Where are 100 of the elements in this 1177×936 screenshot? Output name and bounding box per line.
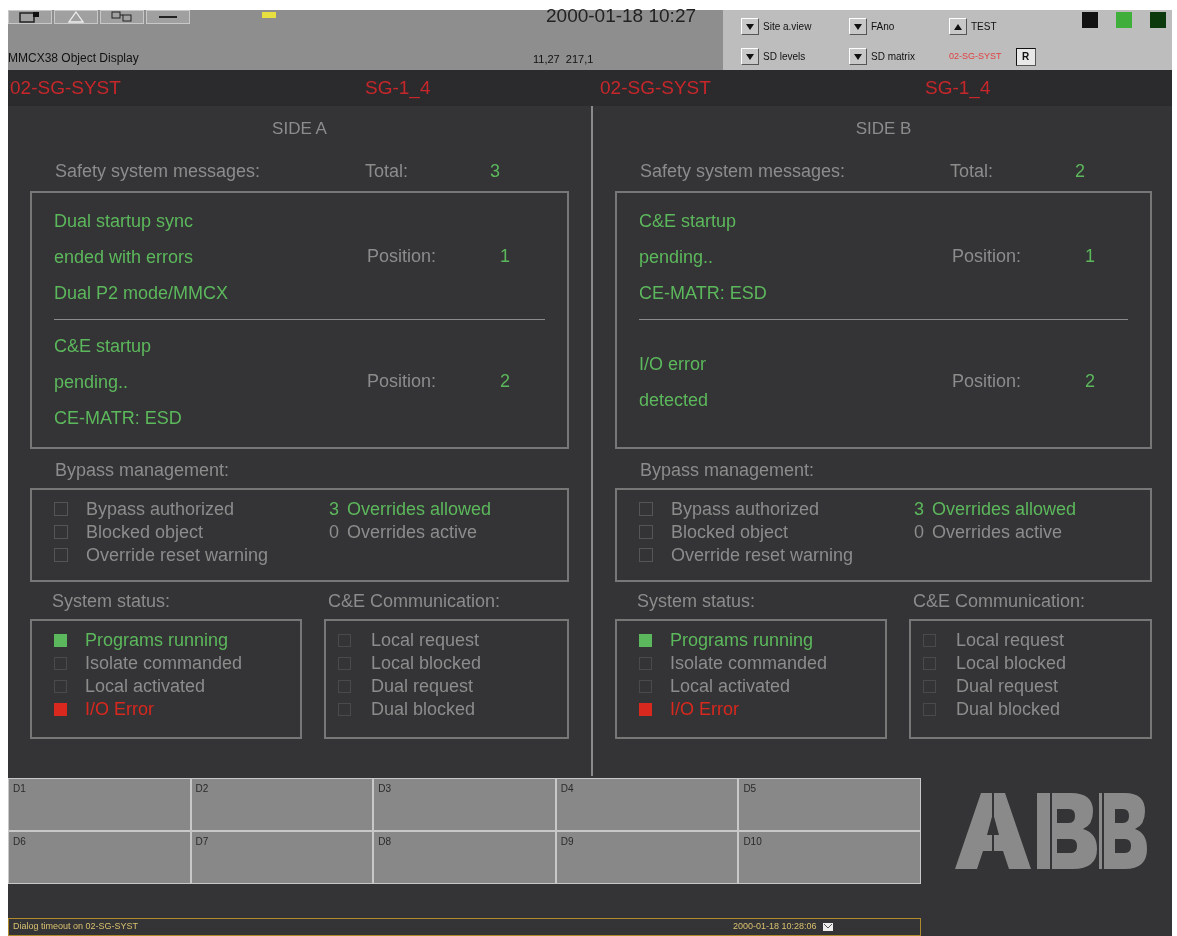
network-icon (111, 11, 133, 23)
checkbox[interactable] (639, 502, 653, 516)
total-label: Total: (365, 159, 410, 183)
message-line: Dual startup sync (54, 209, 195, 233)
coordinates: 11,27 217,1 (533, 51, 594, 67)
position-value: 2 (500, 370, 510, 393)
dropdown-button[interactable]: Site a.view (741, 14, 849, 40)
position-label: Position: (367, 245, 438, 268)
toolbar-button[interactable] (8, 10, 52, 24)
status-label: Local activated (85, 674, 206, 698)
function-key[interactable]: D2 (190, 778, 374, 831)
override-label: Overrides allowed (347, 497, 492, 521)
position-label: Position: (367, 370, 438, 393)
message-line: ended with errors (54, 245, 195, 269)
date-time: 2000-01-18 10:27 (546, 8, 696, 24)
total-value: 3 (490, 159, 500, 183)
message-line: I/O error (639, 352, 707, 376)
message-line: pending.. (639, 245, 715, 269)
function-key[interactable]: D1 (8, 778, 191, 831)
section-label: Bypass management: (54, 458, 231, 482)
status-label: Dual blocked (956, 697, 1061, 721)
status-label: Local request (371, 628, 480, 652)
total-label: Total: (950, 159, 995, 183)
function-key[interactable]: D8 (373, 831, 556, 884)
checkbox[interactable] (54, 525, 68, 539)
function-key[interactable]: D6 (8, 831, 191, 884)
override-label: Overrides active (347, 520, 478, 544)
minimize-icon (159, 16, 177, 18)
message-line: CE-MATR: ESD (639, 281, 768, 305)
checkbox-label: Bypass authorized (671, 497, 820, 521)
status-label: I/O Error (85, 697, 154, 721)
down-arrow-icon (853, 21, 863, 32)
message-line: C&E startup (54, 334, 153, 358)
function-key[interactable]: D5 (738, 778, 921, 831)
position-value: 1 (1085, 245, 1095, 268)
section-label: Safety system messages: (55, 159, 262, 183)
side-title: SIDE B (854, 118, 913, 140)
function-key[interactable]: D10 (738, 831, 921, 884)
section-label: C&E Communication: (912, 589, 1087, 613)
alarm-icon (262, 10, 276, 20)
section-label: System status: (51, 589, 172, 613)
message-line: CE-MATR: ESD (54, 406, 183, 430)
object-tag: 02-SG-SYST (8, 73, 363, 103)
object-tag: SG-1_4 (363, 73, 598, 103)
function-key[interactable]: D3 (373, 778, 556, 831)
status-label: Dual request (956, 674, 1059, 698)
override-count: 3 (914, 497, 924, 521)
message-line: C&E startup (639, 209, 738, 233)
down-arrow-icon (745, 21, 755, 32)
status-label: Programs running (670, 628, 814, 652)
message-line: pending.. (54, 370, 130, 394)
dropdown-button[interactable]: FAno (849, 14, 949, 40)
override-label: Overrides active (932, 520, 1063, 544)
status-label: I/O Error (670, 697, 739, 721)
checkbox-label: Override reset warning (86, 543, 269, 567)
status-label: Isolate commanded (670, 651, 828, 675)
window-icon (19, 11, 41, 23)
section-label: C&E Communication: (327, 589, 502, 613)
checkbox-label: Blocked object (671, 520, 789, 544)
status-label: Isolate commanded (85, 651, 243, 675)
function-key[interactable]: D4 (555, 778, 739, 831)
position-value: 2 (1085, 370, 1095, 393)
side-title: SIDE A (271, 118, 328, 140)
checkbox[interactable] (54, 548, 68, 562)
reset-button[interactable]: R (1015, 47, 1036, 66)
override-count: 0 (914, 520, 924, 544)
checkbox-label: Override reset warning (671, 543, 854, 567)
object-tag: 02-SG-SYST (598, 73, 923, 103)
down-arrow-icon (853, 51, 863, 62)
checkbox[interactable] (54, 502, 68, 516)
message-line: Dual P2 mode/MMCX (54, 281, 230, 305)
status-label: Local request (956, 628, 1065, 652)
checkbox[interactable] (639, 548, 653, 562)
checkbox-label: Blocked object (86, 520, 204, 544)
section-label: Bypass management: (639, 458, 816, 482)
position-label: Position: (952, 370, 1023, 393)
status-label: Local blocked (956, 651, 1067, 675)
total-value: 2 (1075, 159, 1085, 183)
override-count: 0 (329, 520, 339, 544)
warning-icon (68, 11, 84, 23)
down-arrow-icon (745, 51, 755, 62)
status-label: Dual request (371, 674, 474, 698)
status-label: Dual blocked (371, 697, 476, 721)
status-message: Dialog timeout on 02-SG-SYST (13, 920, 140, 934)
position-value: 1 (500, 245, 510, 268)
dropdown-button[interactable]: SD matrix (849, 43, 949, 70)
dropdown-button[interactable]: TEST (949, 14, 1059, 40)
toolbar-button[interactable] (146, 10, 190, 24)
override-label: Overrides allowed (932, 497, 1077, 521)
checkbox-label: Bypass authorized (86, 497, 235, 521)
checkbox[interactable] (639, 525, 653, 539)
position-label: Position: (952, 245, 1023, 268)
section-label: Safety system messages: (640, 159, 847, 183)
function-key[interactable]: D7 (190, 831, 374, 884)
message-line: detected (639, 388, 710, 412)
window-title: MMCX38 Object Display (8, 50, 140, 67)
dropdown-button[interactable]: SD levels (741, 43, 849, 70)
status-label: Programs running (85, 628, 229, 652)
status-label: Local activated (670, 674, 791, 698)
function-key[interactable]: D9 (555, 831, 739, 884)
